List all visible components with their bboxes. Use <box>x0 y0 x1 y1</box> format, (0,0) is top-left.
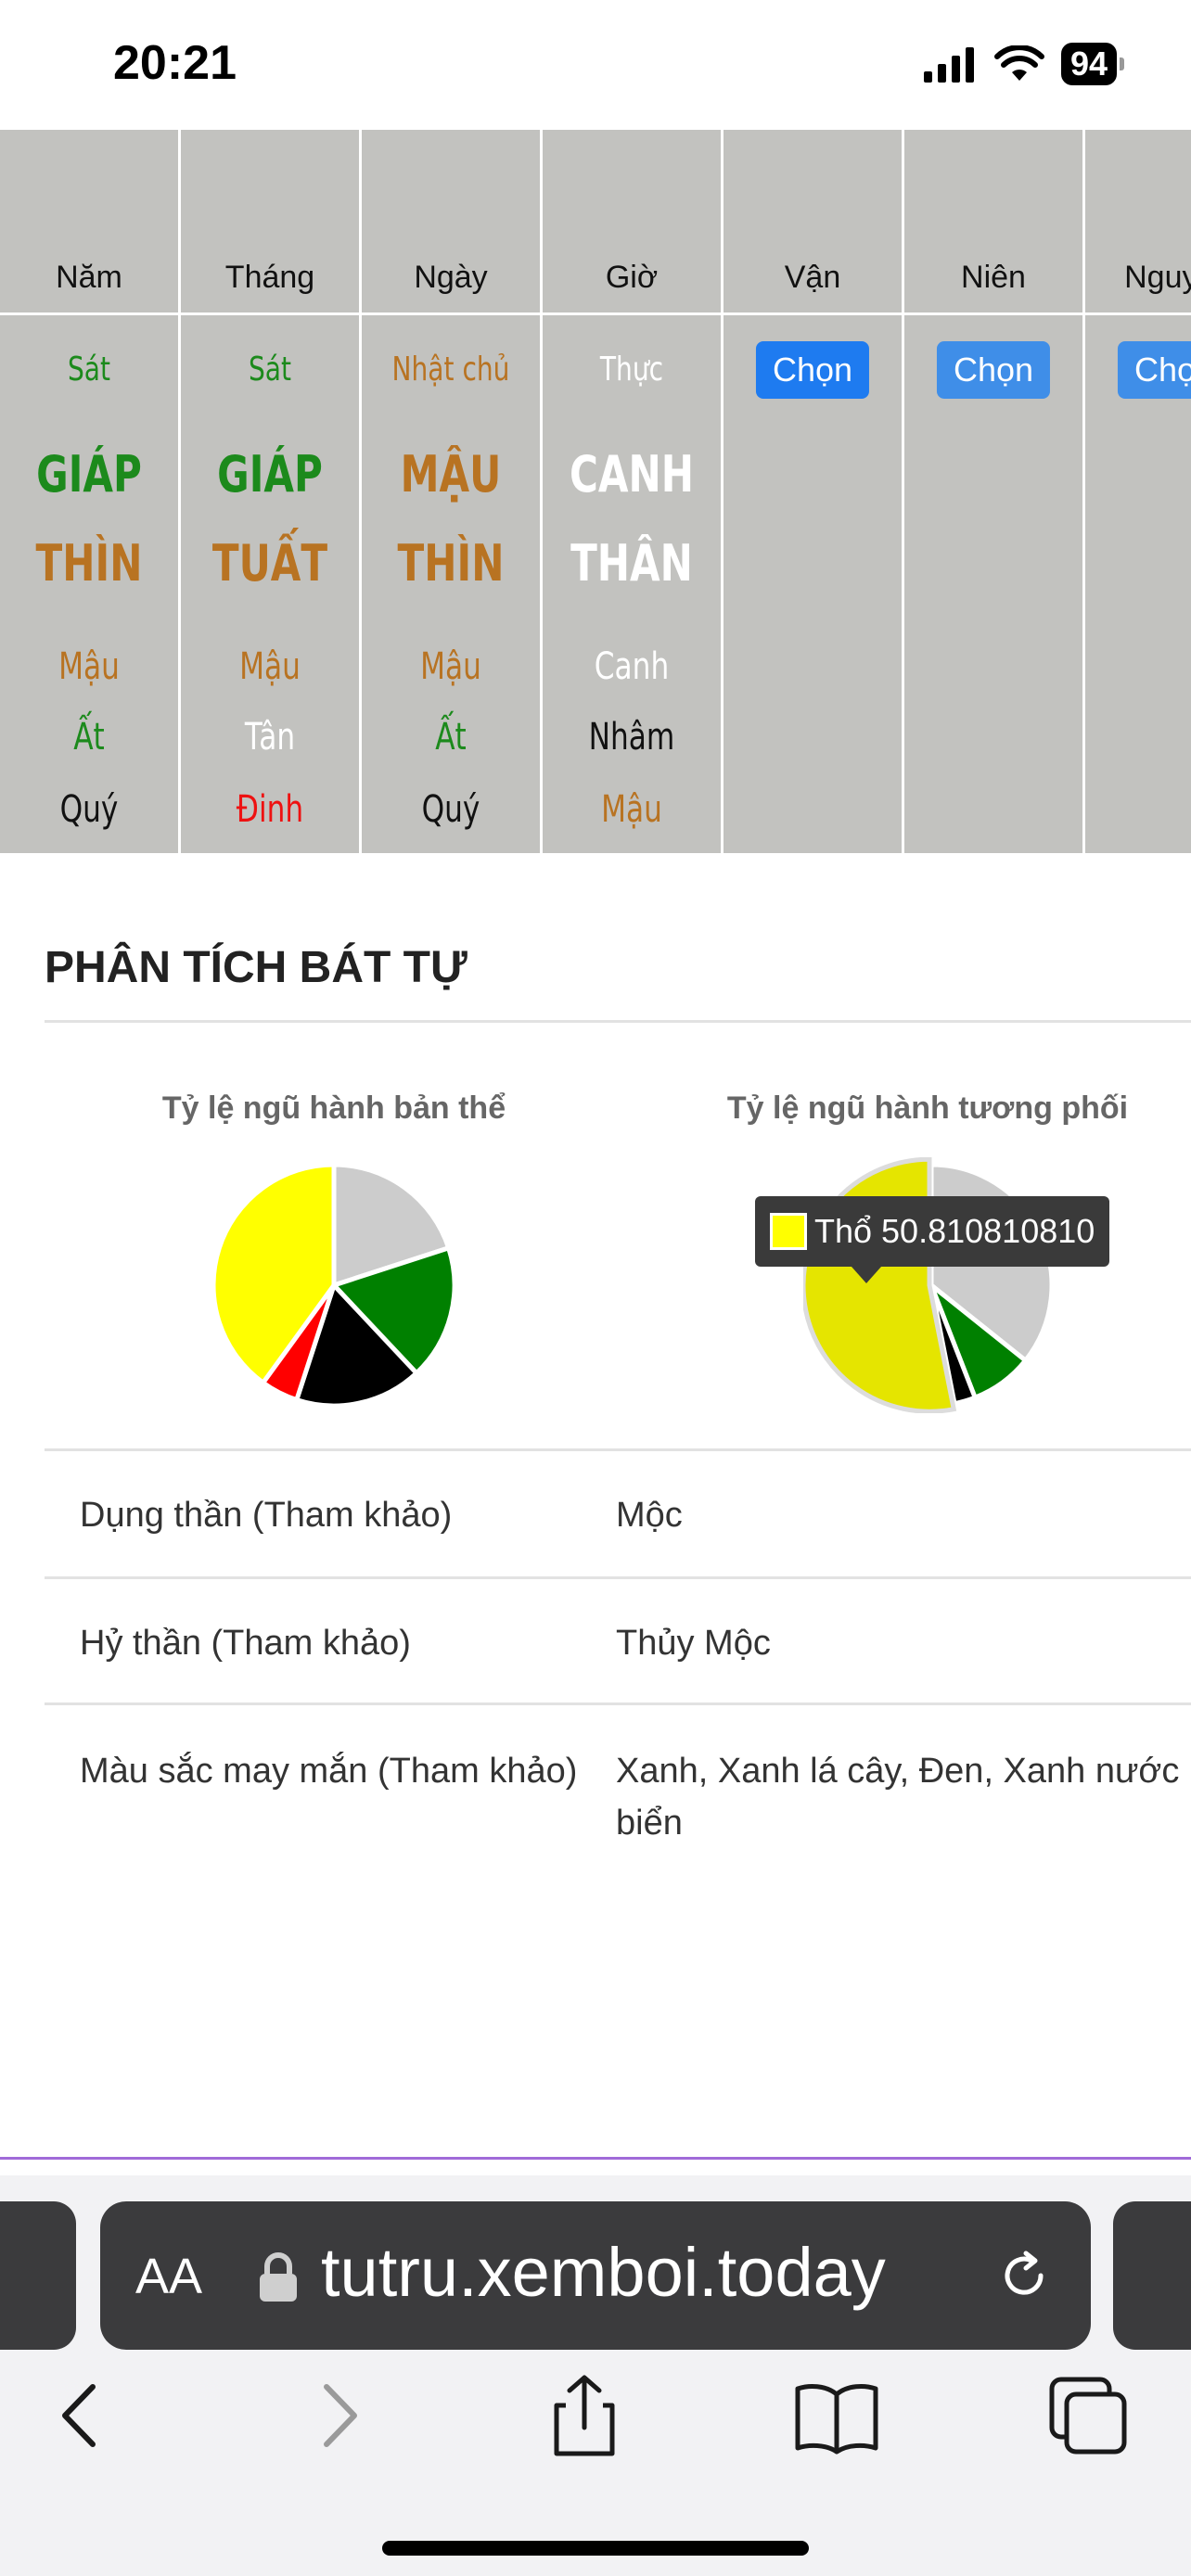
heavenly-stem: GIÁP <box>36 445 142 504</box>
chart-title-intrinsic: Tỷ lệ ngũ hành bản thể <box>161 1090 506 1126</box>
heavenly-stem: GIÁP <box>217 445 323 504</box>
info-value: Xanh, Xanh lá cây, Đen, Xanh nước biển <box>616 1752 1180 1843</box>
hidden-stem: Mậu <box>239 645 301 688</box>
hidden-stem: Nhâm <box>588 716 675 759</box>
pillar-header-label: Niên <box>961 260 1026 295</box>
choose-button[interactable]: Chọn <box>936 341 1051 399</box>
bookmarks-icon[interactable] <box>790 2374 883 2457</box>
tooltip-text: Thổ 50.810810810 <box>814 1212 1095 1250</box>
tooltip-arrow <box>852 1267 881 1283</box>
pillar-column: Ngày Nhật chủ MẬU THÌN Mậu Ất Quý <box>362 130 543 853</box>
table-divider <box>45 1576 1191 1579</box>
info-label: Màu sắc may mắn (Tham khảo) <box>80 1752 578 1791</box>
hidden-stem: Tân <box>244 716 296 759</box>
info-row-hy-than: Hỷ thần (Tham khảo) Thủy Mộc <box>45 1580 1191 1704</box>
signal-icon <box>923 47 974 83</box>
page-bottom-line <box>0 2157 1191 2160</box>
four-pillars-table: Năm Sát GIÁP THÌN Mậu Ất Quý Tháng Sát GIÁP TUẤT Mậ… <box>0 130 1191 853</box>
pillar-header: Giờ <box>543 130 721 315</box>
hidden-stem: Quý <box>59 788 119 831</box>
tabs-icon[interactable] <box>1041 2374 1133 2457</box>
heavenly-stem: MẬU <box>400 445 502 504</box>
pillar-header: Nguyệt <box>1085 130 1191 315</box>
info-value: Thủy Mộc <box>616 1624 771 1663</box>
info-value: Mộc <box>616 1496 683 1535</box>
previous-tab-preview[interactable] <box>0 2201 76 2350</box>
pillar-header: Vận <box>724 130 902 315</box>
choose-button[interactable]: Chọn <box>1117 341 1191 399</box>
pillar-column: Tháng Sát GIÁP TUẤT Mậu Tân Đinh <box>181 130 362 853</box>
info-row-dung-than: Dụng thần (Tham khảo) Mộc <box>45 1452 1191 1576</box>
hidden-stem: Mậu <box>58 645 120 688</box>
hidden-stem: Quý <box>421 788 480 831</box>
ten-god-label: Nhật chủ <box>391 351 510 389</box>
tooltip-swatch <box>770 1213 807 1250</box>
earthly-branch: THÂN <box>570 534 693 593</box>
choice-column: Vận Chọn <box>724 130 904 853</box>
hidden-stem: Mậu <box>601 788 662 831</box>
pillar-header-label: Tháng <box>224 260 315 295</box>
reader-options-button[interactable]: AA <box>135 2248 202 2305</box>
reload-icon[interactable] <box>994 2246 1054 2305</box>
hidden-stem: Mậu <box>420 645 481 688</box>
section-divider <box>45 1020 1191 1023</box>
info-row-lucky-colors: Màu sắc may mắn (Tham khảo) Xanh, Xanh l… <box>45 1706 1191 1873</box>
back-icon[interactable] <box>35 2374 128 2457</box>
status-bar: 20:21 94 <box>0 0 1191 130</box>
hidden-stem: Ất <box>435 716 467 759</box>
wifi-icon <box>993 45 1044 81</box>
pillar-header-label: Giờ <box>605 260 659 295</box>
pillar-header: Niên <box>904 130 1082 315</box>
lock-icon <box>260 2252 297 2302</box>
choice-column: Niên Chọn <box>904 130 1085 853</box>
hidden-stem: Ất <box>73 716 105 759</box>
table-divider <box>45 1448 1191 1451</box>
ten-god-label: Thực <box>599 351 664 389</box>
intrinsic-elements-pie[interactable] <box>206 1157 462 1413</box>
share-icon[interactable] <box>538 2374 631 2457</box>
pillar-header-label: Vận <box>784 260 841 295</box>
pillar-column: Giờ Thực CANH THÂN Canh Nhâm Mậu <box>543 130 724 853</box>
pie-tooltip: Thổ 50.810810810 <box>755 1196 1109 1267</box>
info-label: Hỷ thần (Tham khảo) <box>80 1624 411 1663</box>
pillar-header: Ngày <box>362 130 540 315</box>
earthly-branch: THÌN <box>35 534 143 593</box>
ten-god-label: Sát <box>67 351 111 389</box>
home-indicator[interactable] <box>382 2541 809 2556</box>
pillar-column: Năm Sát GIÁP THÌN Mậu Ất Quý <box>0 130 181 853</box>
status-icons: 94 <box>922 43 1125 85</box>
pillar-header: Tháng <box>181 130 359 315</box>
ten-god-label: Sát <box>248 351 292 389</box>
pillar-header: Năm <box>0 130 178 315</box>
earthly-branch: THÌN <box>397 534 505 593</box>
url-text[interactable]: tutru.xemboi.today <box>321 2233 886 2312</box>
next-tab-preview[interactable] <box>1113 2201 1191 2350</box>
status-time: 20:21 <box>113 36 237 90</box>
chart-title-relative: Tỷ lệ ngũ hành tương phối <box>726 1090 1129 1126</box>
earthly-branch: TUẤT <box>211 534 328 593</box>
choice-column: Nguyệt Chọn <box>1085 130 1191 853</box>
pillar-header-label: Ngày <box>414 260 488 295</box>
hidden-stem: Canh <box>594 645 670 688</box>
choose-button[interactable]: Chọn <box>755 341 870 399</box>
pillar-header-label: Năm <box>56 260 122 295</box>
section-title: PHÂN TÍCH BÁT TỰ <box>45 943 467 992</box>
pillar-header-label: Nguyệt <box>1124 260 1191 295</box>
battery-indicator: 94 <box>1060 43 1125 85</box>
info-label: Dụng thần (Tham khảo) <box>80 1496 453 1535</box>
heavenly-stem: CANH <box>569 445 695 504</box>
forward-icon[interactable] <box>291 2374 384 2457</box>
hidden-stem: Đinh <box>236 788 304 831</box>
table-divider <box>45 1702 1191 1705</box>
